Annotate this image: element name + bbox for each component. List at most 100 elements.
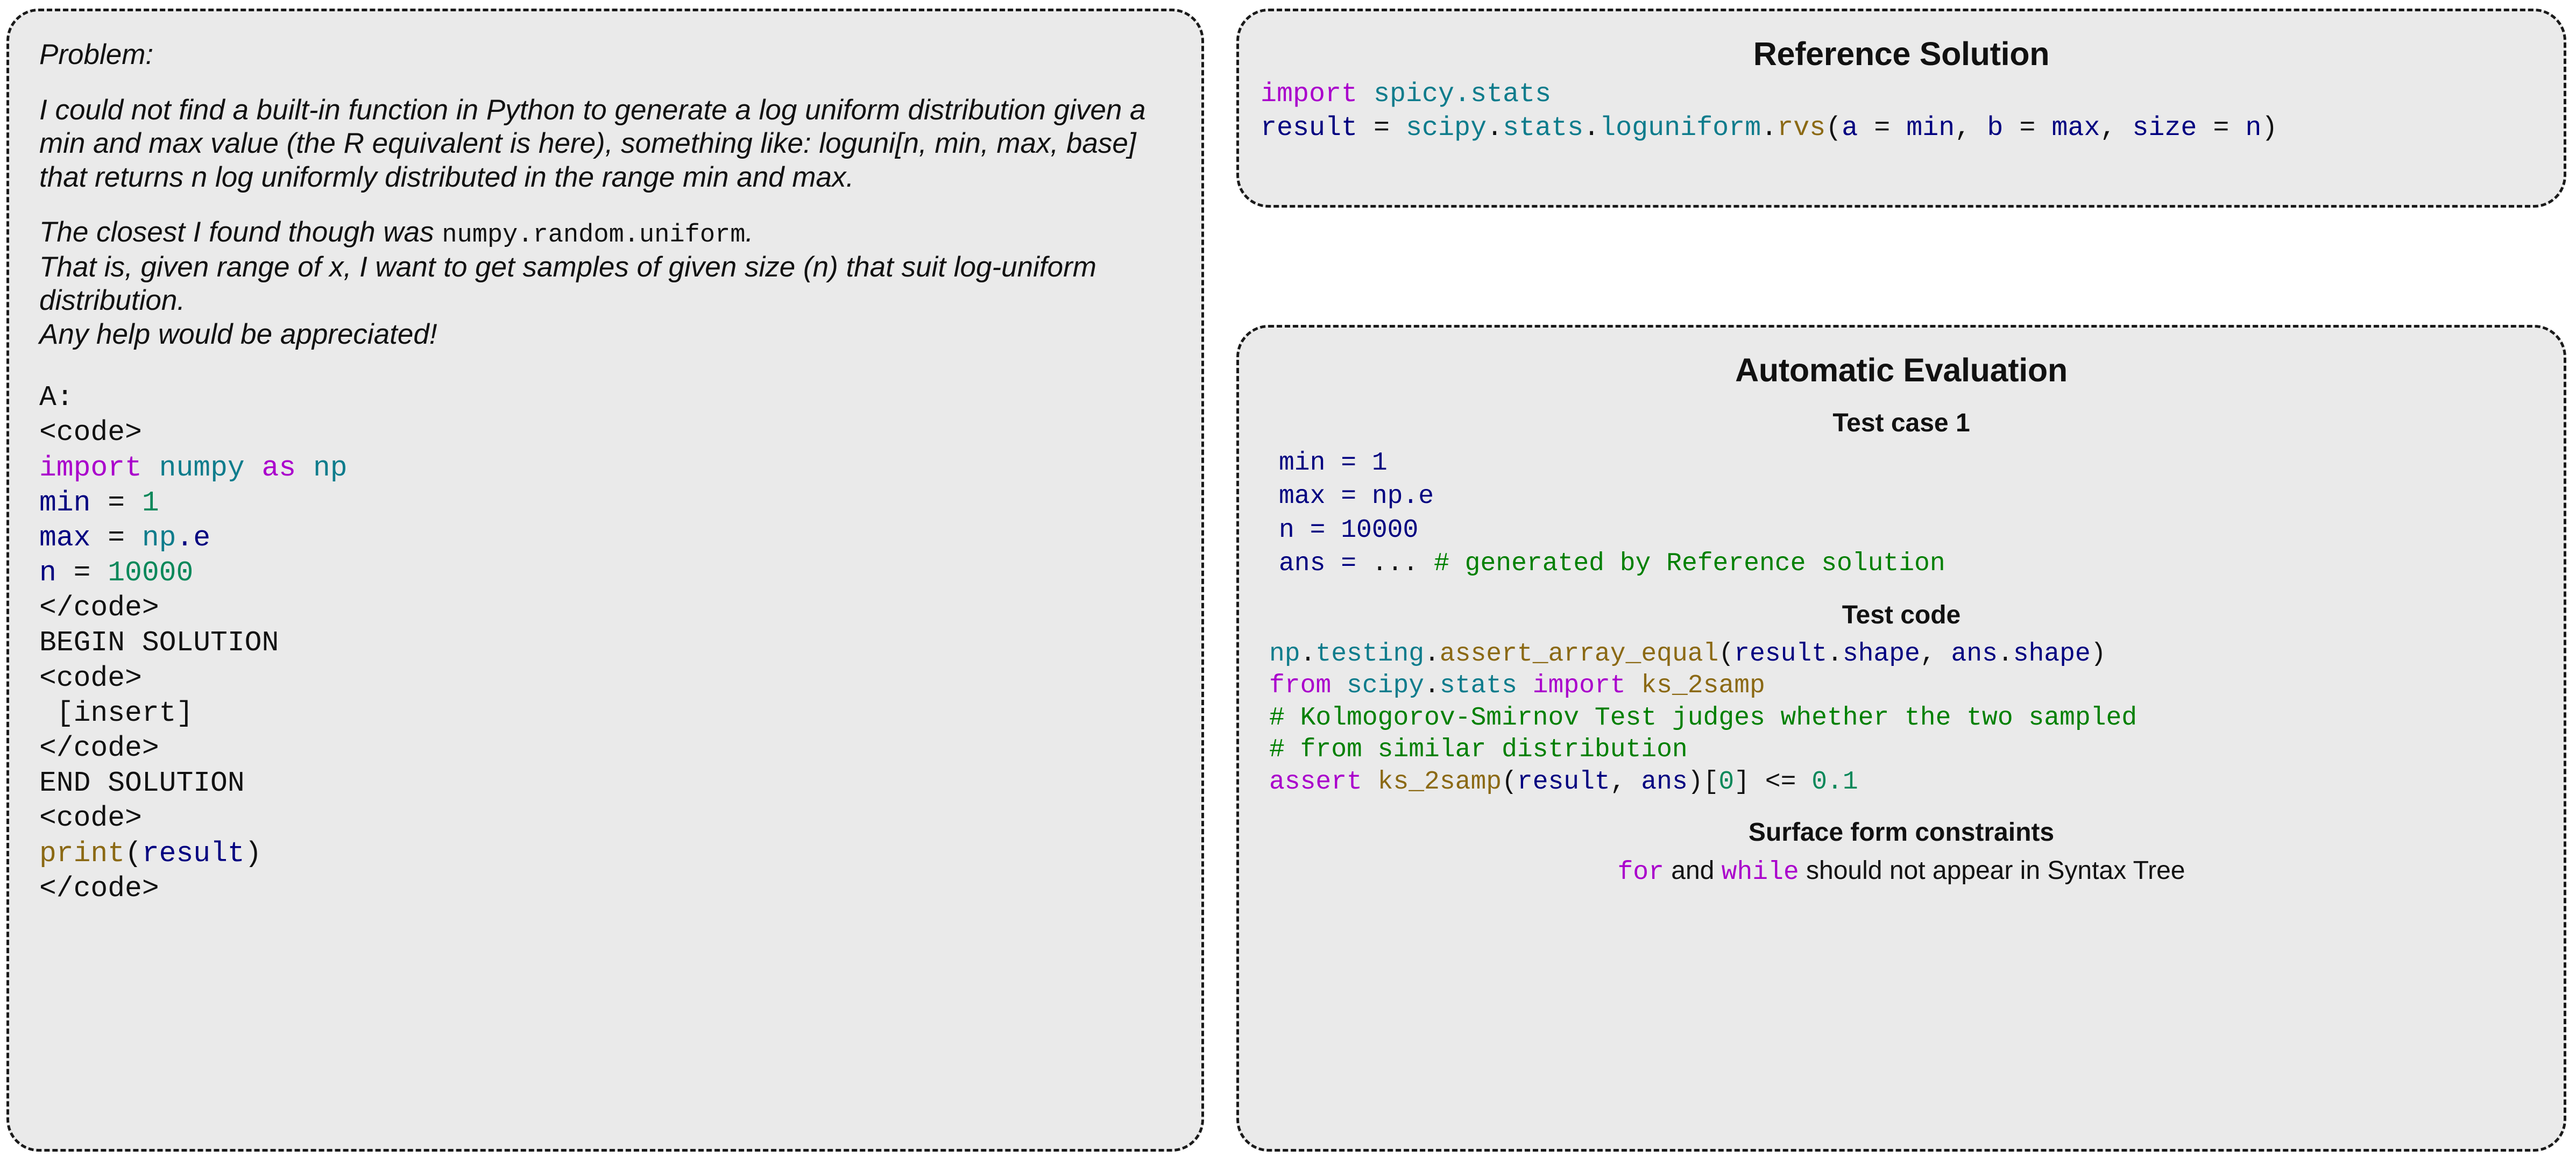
module-numpy: numpy xyxy=(159,451,245,484)
surface-form-constraints-title: Surface form constraints xyxy=(1748,818,2055,847)
ref-var-result: result xyxy=(1261,112,1358,144)
tc-var-max: max xyxy=(1279,482,1326,512)
ref-arg-max: max xyxy=(2051,112,2100,144)
test-close-paren-1: ) xyxy=(2090,639,2106,669)
ref-module-loguniform: loguniform xyxy=(1600,112,1761,144)
test-code-title: Test code xyxy=(1842,600,1961,629)
test-open-paren-2: ( xyxy=(1502,767,1517,797)
ref-module-scipy: scipy xyxy=(1406,112,1487,144)
code-open-tag-3: <code> xyxy=(39,802,142,835)
test-keyword-assert: assert xyxy=(1269,767,1362,797)
test-dot-1: . xyxy=(1300,639,1316,669)
keyword-import: import xyxy=(39,451,142,484)
ref-module-stats: stats xyxy=(1503,112,1584,144)
test-import-ks-2samp: ks_2samp xyxy=(1641,671,1765,701)
tc-comment-ans: # generated by Reference solution xyxy=(1418,549,1945,579)
tc-val-n: 10000 xyxy=(1341,515,1419,545)
test-keyword-import: import xyxy=(1532,671,1626,701)
test-space-3 xyxy=(1626,671,1641,700)
assign-op-n: = xyxy=(56,557,108,590)
test-open-paren-1: ( xyxy=(1718,639,1735,669)
end-solution-marker: END SOLUTION xyxy=(39,767,245,800)
reference-solution-title: Reference Solution xyxy=(1753,36,2050,72)
ref-keyword-import: import xyxy=(1261,79,1358,110)
ref-comma-2: , xyxy=(2100,112,2133,144)
ref-arg-min: min xyxy=(1906,112,1955,144)
constraint-tail-text: should not appear in Syntax Tree xyxy=(1799,856,2185,885)
assign-op-min: = xyxy=(90,486,142,519)
tc-eq-n: = xyxy=(1294,515,1341,545)
ref-open-paren: ( xyxy=(1825,112,1842,144)
screenshot-root: Problem: I could not find a built-in fun… xyxy=(0,0,2576,1157)
test-comma-1: , xyxy=(1920,639,1951,669)
tc-eq-ans: = xyxy=(1325,549,1372,579)
test-index-close: ] xyxy=(1734,767,1750,797)
var-min: min xyxy=(39,486,91,519)
problem-paragraph-1: I could not find a built-in function in … xyxy=(39,94,1146,193)
test-assert-arg-result: result xyxy=(1517,767,1610,797)
test-space-1 xyxy=(1331,671,1347,700)
test-function-ks-2samp: ks_2samp xyxy=(1377,767,1502,797)
test-module-scipy: scipy xyxy=(1347,671,1425,701)
ref-comma-1: , xyxy=(1955,112,1987,144)
tc-var-ans: ans xyxy=(1279,549,1326,579)
test-dot-3: . xyxy=(1827,639,1843,669)
test-index-value: 0 xyxy=(1718,767,1735,797)
reference-solution-panel: Reference Solution import spicy.stats re… xyxy=(1236,9,2566,208)
function-print: print xyxy=(39,837,125,870)
test-dot-5: . xyxy=(1424,671,1440,701)
test-module-testing: testing xyxy=(1315,639,1425,669)
begin-solution-marker: BEGIN SOLUTION xyxy=(39,627,279,659)
code-open-tag-1: <code> xyxy=(39,416,142,449)
closest-suffix: . xyxy=(745,216,754,249)
value-min: 1 xyxy=(141,486,159,519)
print-arg-result: result xyxy=(141,837,245,870)
problem-paragraph-2: That is, given range of x, I want to get… xyxy=(39,251,1096,317)
tc-var-n: n xyxy=(1279,515,1294,545)
test-comment-line-2: # from similar distribution xyxy=(1269,735,1688,765)
test-code-block: np.testing.assert_array_equal(result.sha… xyxy=(1269,638,2542,799)
ref-assign-op: = xyxy=(1357,112,1406,144)
ref-dot-2: . xyxy=(1583,112,1600,144)
closest-code: numpy.random.uniform xyxy=(442,221,746,250)
test-attr-shape-1: shape xyxy=(1842,639,1920,669)
ref-eq-3: = xyxy=(2197,112,2246,144)
keyword-as: as xyxy=(261,451,296,484)
ref-kwarg-b: b xyxy=(1987,112,2004,144)
assign-op-max: = xyxy=(90,521,142,554)
reference-solution-code: import spicy.stats result = scipy.stats.… xyxy=(1261,78,2542,145)
ref-function-rvs: rvs xyxy=(1777,112,1826,144)
value-max-attr: .e xyxy=(176,521,211,554)
ref-kwarg-a: a xyxy=(1842,112,1858,144)
ref-arg-n: n xyxy=(2245,112,2262,144)
constraint-keyword-while: while xyxy=(1721,858,1799,888)
insert-placeholder: [insert] xyxy=(56,697,194,729)
tc-val-max: np.e xyxy=(1371,482,1434,512)
print-close-paren: ) xyxy=(244,837,262,870)
test-attr-shape-2: shape xyxy=(2013,639,2091,669)
value-n: 10000 xyxy=(108,557,194,590)
test-module-stats: stats xyxy=(1439,671,1517,701)
tc-val-min: 1 xyxy=(1371,449,1388,478)
test-dot-2: . xyxy=(1424,639,1440,669)
test-comma-2: , xyxy=(1610,767,1641,797)
problem-closest-line: The closest I found though was numpy.ran… xyxy=(39,216,1171,250)
value-max-module: np xyxy=(141,521,176,554)
print-open-paren: ( xyxy=(125,837,142,870)
code-close-tag-3: </code> xyxy=(39,872,159,905)
var-max: max xyxy=(39,521,91,554)
ref-dot-1: . xyxy=(1487,112,1503,144)
test-index-open: [ xyxy=(1703,767,1719,797)
ref-eq-2: = xyxy=(2003,112,2052,144)
test-dot-4: . xyxy=(1997,639,2013,669)
problem-code-block: <code>A: <code> import numpy as np min =… xyxy=(39,380,1171,906)
automatic-evaluation-title: Automatic Evaluation xyxy=(1735,352,2068,388)
test-arg-result: result xyxy=(1734,639,1827,669)
code-close-tag-1: </code> xyxy=(39,592,159,624)
ref-eq-1: = xyxy=(1858,112,1907,144)
test-comparison-op: <= xyxy=(1750,767,1812,797)
test-close-paren-2: ) xyxy=(1687,767,1703,797)
constraint-conjunction: and xyxy=(1664,856,1722,885)
var-n: n xyxy=(39,557,56,590)
ref-dot-3: . xyxy=(1761,112,1778,144)
